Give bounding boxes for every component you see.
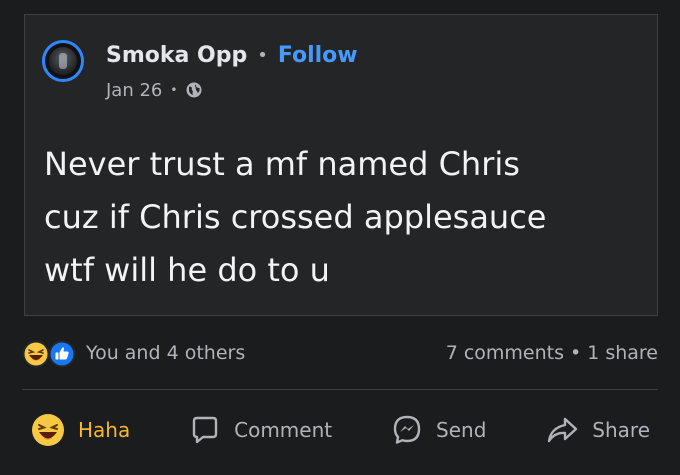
comment-button[interactable]: Comment — [180, 407, 340, 453]
post-date[interactable]: Jan 26 — [106, 80, 162, 101]
haha-reaction-icon — [22, 340, 50, 368]
haha-label: Haha — [78, 418, 131, 442]
count-separator: • — [569, 342, 582, 364]
share-button[interactable]: Share — [536, 407, 658, 453]
share-label: Share — [592, 418, 650, 442]
action-bar: Haha Comment Send Share — [22, 404, 658, 456]
like-reaction-icon — [48, 340, 76, 368]
follow-button[interactable]: Follow — [278, 43, 358, 68]
post-text: Never trust a mf named Chris cuz if Chri… — [44, 145, 547, 289]
comment-label: Comment — [234, 418, 333, 442]
avatar-figure — [59, 53, 67, 69]
send-button[interactable]: Send — [382, 407, 494, 453]
name-separator: • — [257, 44, 268, 66]
share-count[interactable]: 1 share — [587, 342, 658, 364]
globe-icon[interactable] — [185, 81, 203, 99]
author-row: Smoka Opp • Follow — [106, 40, 358, 70]
comment-count[interactable]: 7 comments — [446, 342, 564, 364]
reaction-summary[interactable]: You and 4 others — [86, 342, 245, 364]
post-meta: Jan 26 • — [106, 78, 203, 102]
author-name[interactable]: Smoka Opp — [106, 43, 247, 68]
send-label: Send — [436, 418, 487, 442]
share-icon — [548, 417, 578, 443]
reaction-icons[interactable] — [22, 340, 80, 368]
reactions-row: You and 4 others 7 comments • 1 share — [22, 338, 658, 370]
author-avatar[interactable] — [42, 40, 84, 82]
engagement-counts: 7 comments • 1 share — [446, 342, 658, 364]
comment-icon — [192, 416, 218, 444]
haha-icon — [32, 414, 64, 446]
messenger-icon — [393, 415, 421, 444]
haha-button[interactable]: Haha — [22, 406, 138, 454]
meta-separator: • — [170, 83, 178, 97]
divider — [22, 389, 658, 390]
